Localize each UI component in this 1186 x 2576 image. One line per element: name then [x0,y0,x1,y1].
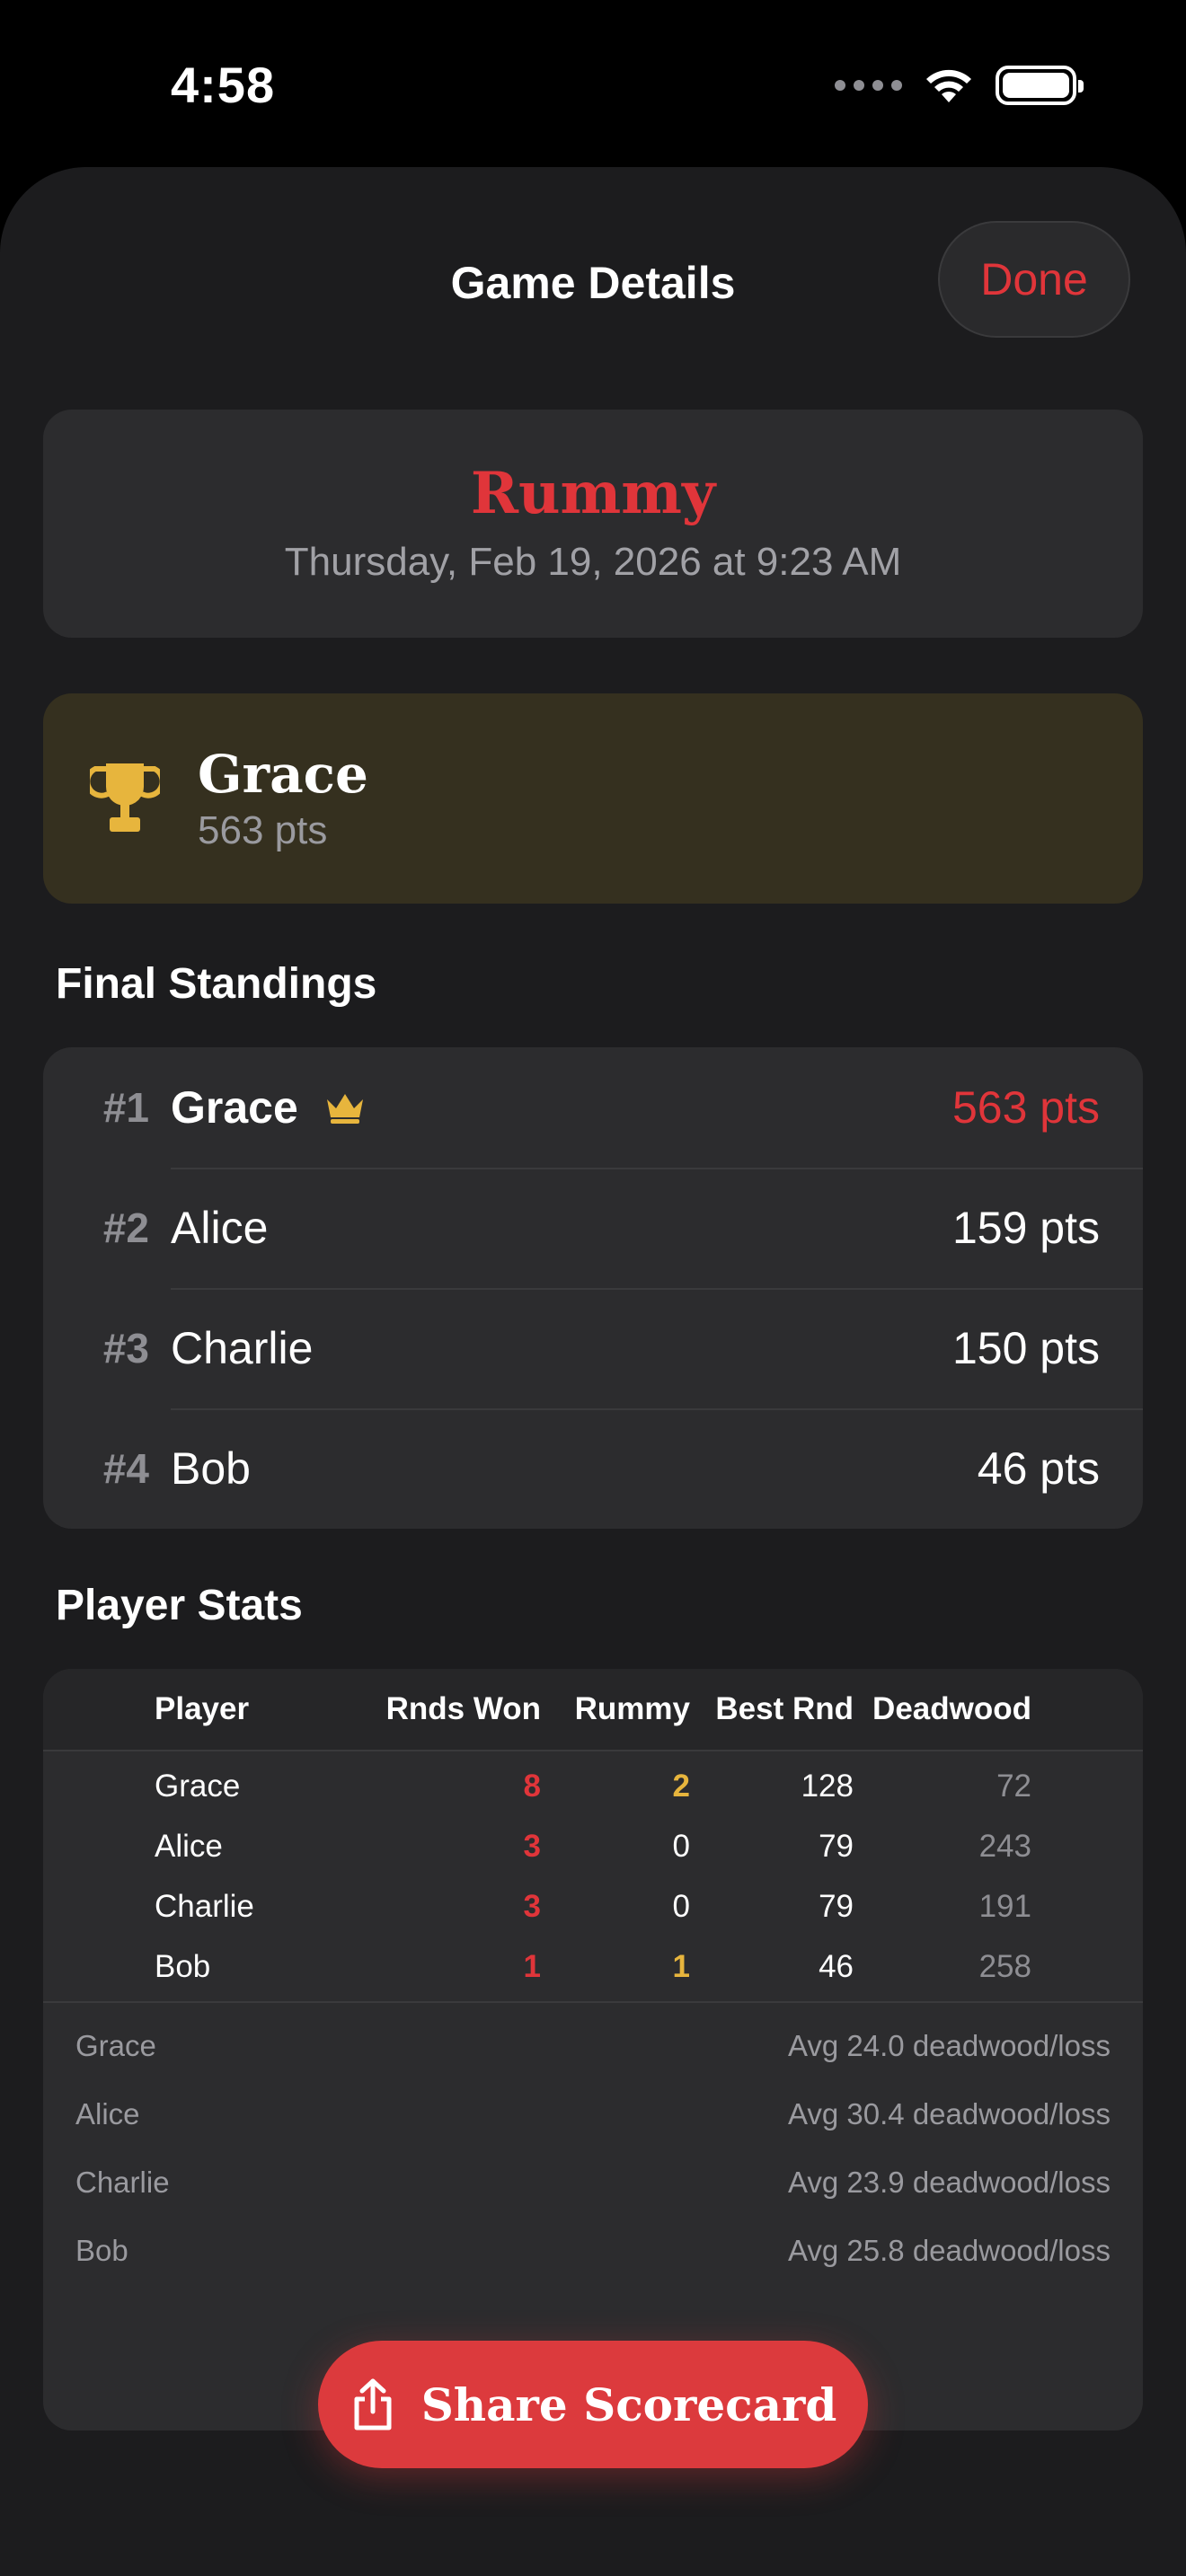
crown-icon [326,1094,363,1124]
share-label: Share Scorecard [420,2378,837,2431]
table-row: Charlie 3 0 79 191 [43,1877,1143,1936]
cell-rummy: 0 [672,1889,690,1924]
cell-player: Grace [155,1769,241,1804]
standing-points: 46 pts [977,1443,1100,1494]
average-player: Alice [75,2097,140,2130]
cell-player: Charlie [155,1889,254,1924]
standing-name: Bob [171,1443,251,1494]
average-player: Grace [75,2029,156,2062]
share-icon [354,2378,392,2430]
winner-card: Grace 563 pts [43,693,1143,904]
table-row: Grace 8 2 128 72 [43,1757,1143,1816]
average-deadwood: Avg 23.9 deadwood/loss [788,2166,1111,2199]
cell-deadwood: 258 [978,1949,1031,1984]
standing-name: Alice [171,1203,269,1253]
average-deadwood: Avg 24.0 deadwood/loss [788,2029,1111,2062]
standing-points: 150 pts [951,1323,1100,1373]
cell-deadwood: 72 [996,1769,1031,1804]
game-name: Rummy [470,460,716,527]
average-player: Charlie [75,2166,170,2199]
player-stats-title: Player Stats [56,1582,303,1629]
column-header-player: Player [155,1691,250,1726]
standing-rank: #4 [102,1445,149,1492]
cell-best-round: 46 [819,1949,854,1984]
cell-rounds-won: 3 [523,1889,541,1924]
winner-name: Grace [198,744,368,805]
cell-rummy: 2 [672,1769,690,1804]
cell-rounds-won: 1 [523,1949,541,1984]
standing-points: 563 pts [951,1082,1100,1133]
standings-list: #1 Grace 563 pts #2 Alice 159 pts #3 Cha… [43,1047,1143,1529]
column-header-deadwood: Deadwood [872,1691,1031,1726]
cellular-signal-icon [835,80,902,91]
standing-points: 159 pts [951,1203,1100,1253]
table-row: Alice 3 0 79 243 [43,1817,1143,1876]
cell-deadwood: 191 [978,1889,1031,1924]
cell-best-round: 128 [801,1769,854,1804]
wifi-icon [926,69,971,102]
average-deadwood: Avg 30.4 deadwood/loss [788,2097,1111,2130]
cell-rounds-won: 3 [523,1829,541,1864]
standing-row: #3 Charlie 150 pts [43,1288,1143,1408]
cell-best-round: 79 [819,1829,854,1864]
cell-rummy: 1 [672,1949,690,1984]
game-info-card: Rummy Thursday, Feb 19, 2026 at 9:23 AM [43,410,1143,638]
standing-rank: #3 [102,1325,149,1372]
cell-rounds-won: 8 [523,1769,541,1804]
average-row: Bob Avg 25.8 deadwood/loss [43,2217,1143,2285]
average-row: Grace Avg 24.0 deadwood/loss [43,2012,1143,2080]
average-deadwood: Avg 25.8 deadwood/loss [788,2234,1111,2267]
cell-player: Bob [155,1949,211,1984]
status-time: 4:58 [171,57,276,113]
standing-row: #2 Alice 159 pts [43,1168,1143,1288]
header-divider [43,1750,1143,1751]
status-bar: 4:58 [0,0,1186,167]
standing-rank: #2 [102,1204,149,1251]
share-scorecard-button[interactable]: Share Scorecard [318,2341,868,2468]
table-row: Bob 1 1 46 258 [43,1937,1143,1997]
standing-row: #4 Bob 46 pts [43,1408,1143,1529]
standing-rank: #1 [102,1084,149,1131]
trophy-icon [90,763,160,832]
done-button[interactable]: Done [938,221,1130,338]
table-divider [43,2001,1143,2003]
game-date: Thursday, Feb 19, 2026 at 9:23 AM [284,540,902,584]
standing-row: #1 Grace 563 pts [43,1047,1143,1168]
battery-icon [996,66,1084,105]
average-row: Charlie Avg 23.9 deadwood/loss [43,2148,1143,2217]
cell-deadwood: 243 [978,1829,1031,1864]
column-header-rummy: Rummy [574,1691,690,1726]
cell-rummy: 0 [672,1829,690,1864]
player-stats-table: Player Rnds Won Rummy Best Rnd Deadwood … [43,1669,1143,2430]
average-row: Alice Avg 30.4 deadwood/loss [43,2080,1143,2148]
cell-best-round: 79 [819,1889,854,1924]
standing-name: Charlie [171,1323,314,1373]
cell-player: Alice [155,1829,223,1864]
status-icons [835,63,1084,108]
average-player: Bob [75,2234,128,2267]
column-header-rounds-won: Rnds Won [385,1691,541,1726]
stats-header-row: Player Rnds Won Rummy Best Rnd Deadwood [43,1669,1143,1750]
column-header-best-round: Best Rnd [715,1691,854,1726]
standing-name-text: Grace [171,1082,298,1133]
standing-name: Grace [171,1081,952,1134]
final-standings-title: Final Standings [56,960,377,1008]
game-details-sheet: Game Details Done Rummy Thursday, Feb 19… [0,167,1186,2576]
winner-points: 563 pts [198,808,328,852]
